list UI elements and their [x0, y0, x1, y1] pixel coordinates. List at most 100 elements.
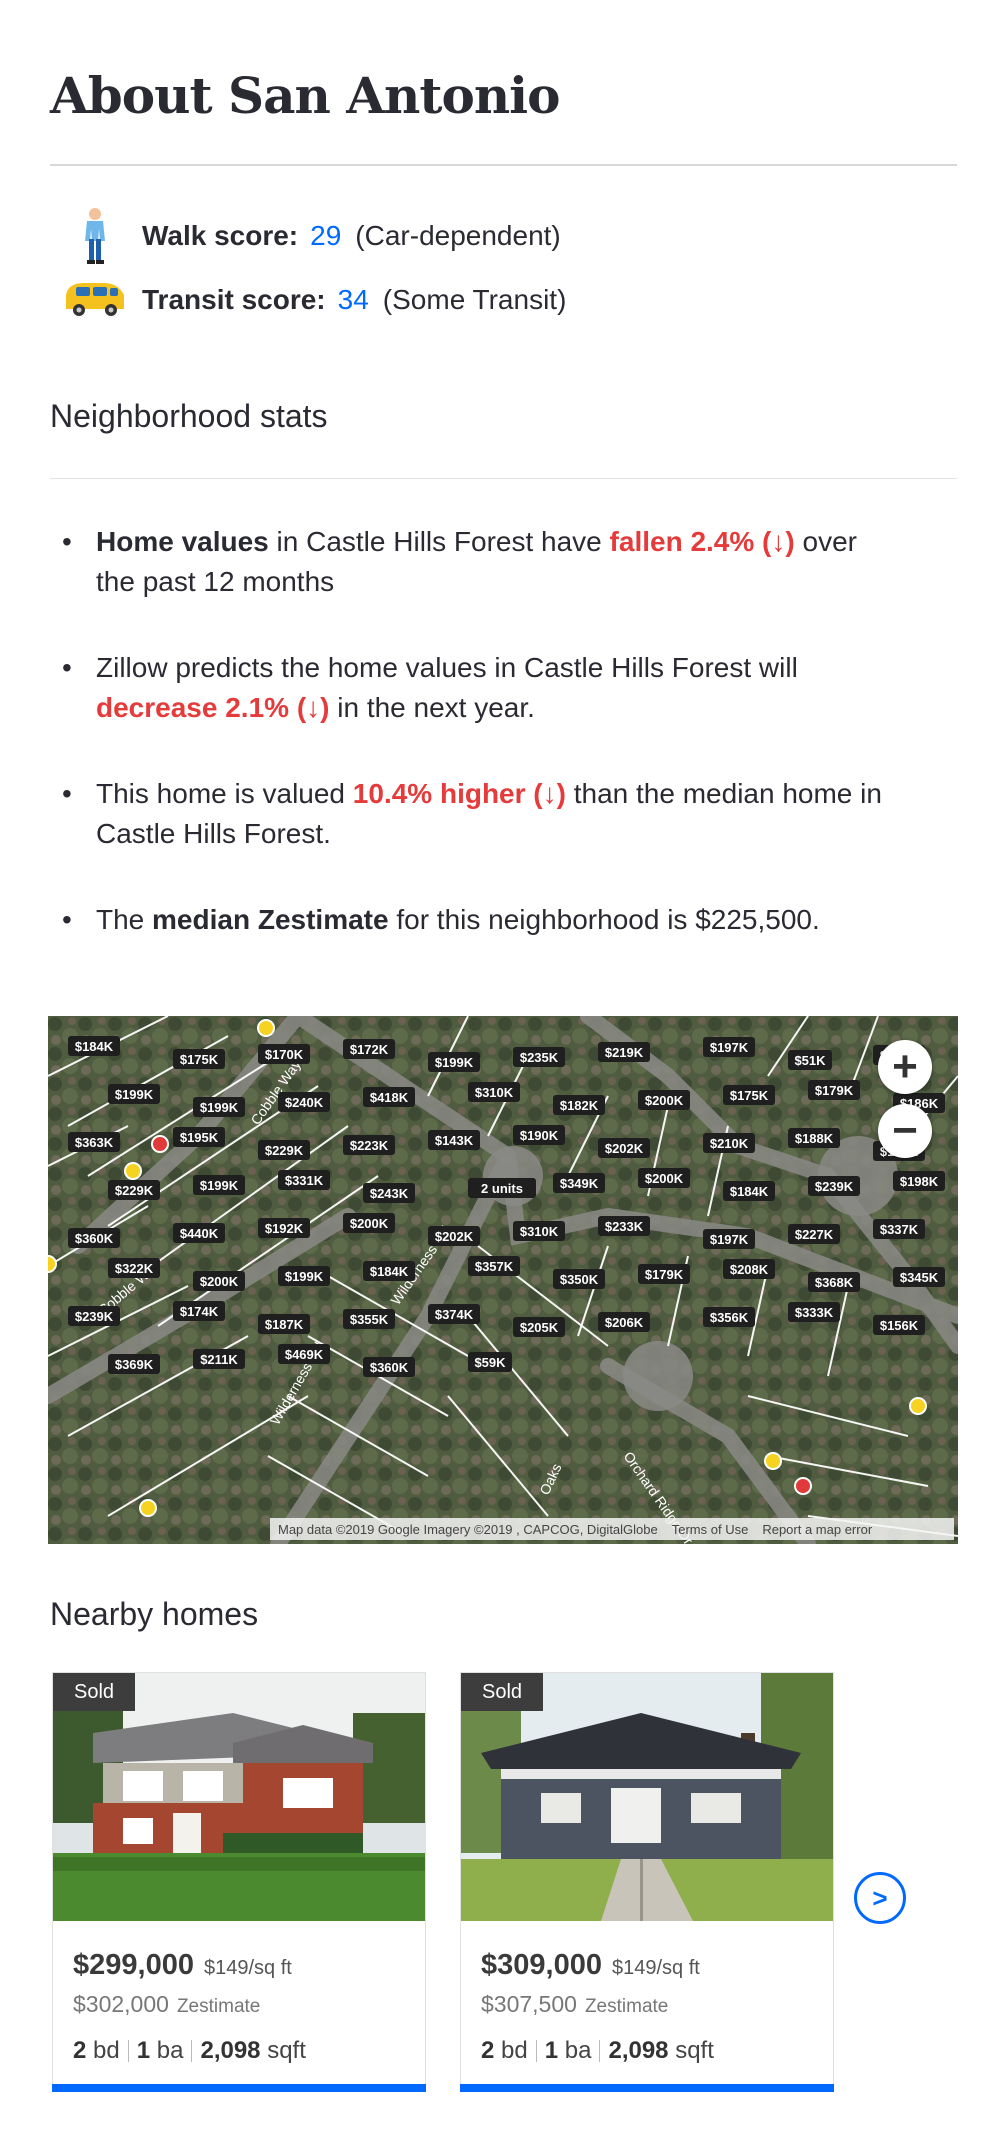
price-pin[interactable]: $363K	[68, 1132, 120, 1152]
home-photo[interactable]: Sold	[53, 1673, 425, 1921]
price-pin-label: $227K	[795, 1227, 834, 1242]
home-card[interactable]: Sold $309,000 $149/sq ft $307,500 Zestimat…	[460, 1672, 834, 2092]
price-pin[interactable]: $199K	[193, 1097, 245, 1117]
price-pin[interactable]: $440K	[173, 1223, 225, 1243]
price-pin[interactable]: $239K	[808, 1176, 860, 1196]
price-pin[interactable]: $200K	[638, 1168, 690, 1188]
listing-marker[interactable]	[257, 1019, 275, 1037]
price-pin[interactable]: $199K	[193, 1175, 245, 1195]
price-pin[interactable]: $369K	[108, 1354, 160, 1374]
price-pin[interactable]: $198K	[893, 1171, 945, 1191]
price-pin[interactable]: $418K	[363, 1087, 415, 1107]
price-pin[interactable]: $210K	[703, 1133, 755, 1153]
price-pin[interactable]: $350K	[553, 1269, 605, 1289]
price-pin[interactable]: $200K	[343, 1213, 395, 1233]
price-pin[interactable]: $190K	[513, 1125, 565, 1145]
price-pin[interactable]: $331K	[278, 1170, 330, 1190]
price-pin[interactable]: $333K	[788, 1302, 840, 1322]
price-pin[interactable]: $184K	[363, 1261, 415, 1281]
price-pin-label: $310K	[475, 1085, 514, 1100]
price-pin[interactable]: $174K	[173, 1301, 225, 1321]
price-pin[interactable]: $175K	[723, 1085, 775, 1105]
listing-marker[interactable]	[48, 1255, 57, 1273]
price-pin[interactable]: $195K	[173, 1127, 225, 1147]
price-pin[interactable]: $200K	[638, 1090, 690, 1110]
price-pin[interactable]: $172K	[343, 1039, 395, 1059]
price-pin[interactable]: $310K	[468, 1082, 520, 1102]
terms-of-use-link[interactable]: Terms of Use	[672, 1522, 749, 1537]
price-pin[interactable]: $156K	[873, 1315, 925, 1335]
price-pin[interactable]: $187K	[258, 1314, 310, 1334]
price-pin[interactable]: $205K	[513, 1317, 565, 1337]
price-pin[interactable]: $197K	[703, 1037, 755, 1057]
price-pin[interactable]: $239K	[68, 1306, 120, 1326]
price-pin[interactable]: $229K	[108, 1180, 160, 1200]
report-map-error-link[interactable]: Report a map error	[762, 1522, 872, 1537]
price-pin[interactable]: $360K	[363, 1357, 415, 1377]
price-pin[interactable]: $235K	[513, 1047, 565, 1067]
neighborhood-map[interactable]: Cobble Way Cobble Way Wilderness Hill Wilde…	[48, 1016, 958, 1544]
price-pin[interactable]: $219K	[598, 1042, 650, 1062]
price-pin[interactable]: $175K	[173, 1049, 225, 1069]
price-pin[interactable]: $199K	[428, 1052, 480, 1072]
listing-marker[interactable]	[909, 1397, 927, 1415]
neighborhood-stats-list: Home values in Castle Hills Forest have …	[50, 522, 900, 986]
price-pin[interactable]: $179K	[808, 1080, 860, 1100]
stat-bold: median Zestimate	[152, 904, 389, 935]
price-pin[interactable]: $310K	[513, 1221, 565, 1241]
price-pin[interactable]: $143K	[428, 1130, 480, 1150]
price-pin[interactable]: $188K	[788, 1128, 840, 1148]
price-pin[interactable]: $233K	[598, 1216, 650, 1236]
price-pin[interactable]: $223K	[343, 1135, 395, 1155]
listing-marker[interactable]	[794, 1477, 812, 1495]
price-pin[interactable]: $206K	[598, 1312, 650, 1332]
price-pin[interactable]: $182K	[553, 1095, 605, 1115]
price-pin[interactable]: $199K	[278, 1266, 330, 1286]
home-zestimate: $307,500 Zestimate	[481, 1991, 668, 2018]
price-pin[interactable]: $184K	[68, 1036, 120, 1056]
zoom-in-button[interactable]: +	[878, 1040, 932, 1094]
price-pin[interactable]: $469K	[278, 1344, 330, 1364]
listing-marker[interactable]	[139, 1499, 157, 1517]
sqft-unit: sqft	[267, 2037, 306, 2064]
home-card[interactable]: Sold $299,000 $149/sq ft $302,000 Zestimat…	[52, 1672, 426, 2092]
price-pin[interactable]: $356K	[703, 1307, 755, 1327]
price-pin[interactable]: $211K	[193, 1349, 245, 1369]
listing-marker[interactable]	[764, 1452, 782, 1470]
price-pin[interactable]: $345K	[893, 1267, 945, 1287]
zoom-out-button[interactable]: −	[878, 1104, 932, 1158]
price-pin[interactable]: $202K	[428, 1226, 480, 1246]
price-pin[interactable]: $59K	[468, 1352, 512, 1372]
price-pin[interactable]: $240K	[278, 1092, 330, 1112]
price-pin[interactable]: $202K	[598, 1138, 650, 1158]
listing-marker[interactable]	[151, 1135, 169, 1153]
map-canvas[interactable]: Cobble WayCobble Way Wilderness HillWilde…	[48, 1016, 958, 1544]
price-pin[interactable]: $199K	[108, 1084, 160, 1104]
price-pin[interactable]: $374K	[428, 1304, 480, 1324]
price-pin[interactable]: $229K	[258, 1140, 310, 1160]
price-pin[interactable]: $349K	[553, 1173, 605, 1193]
price-pin[interactable]: $51K	[788, 1050, 832, 1070]
home-photo[interactable]: Sold	[461, 1673, 833, 1921]
price-pin[interactable]: $200K	[193, 1271, 245, 1291]
price-pin[interactable]: $197K	[703, 1229, 755, 1249]
price-pin[interactable]: $357K	[468, 1256, 520, 1276]
price-pin[interactable]: $243K	[363, 1183, 415, 1203]
price-pin-label: $143K	[435, 1133, 474, 1148]
listing-marker[interactable]	[124, 1162, 142, 1180]
price-pin[interactable]: $355K	[343, 1309, 395, 1329]
price-pin[interactable]: $227K	[788, 1224, 840, 1244]
price-pin[interactable]: $184K	[723, 1181, 775, 1201]
price-pin[interactable]: $337K	[873, 1219, 925, 1239]
stat-text: for this neighborhood is $225,500.	[388, 904, 820, 935]
map-data-credit: Map data ©2019 Google Imagery ©2019 , CA…	[278, 1521, 658, 1537]
chevron-right-icon[interactable]: >	[854, 1872, 906, 1924]
price-pin[interactable]: $170K	[258, 1044, 310, 1064]
price-pin[interactable]: $208K	[723, 1259, 775, 1279]
price-pin[interactable]: $322K	[108, 1258, 160, 1278]
price-pin[interactable]: $368K	[808, 1272, 860, 1292]
price-pin[interactable]: $179K	[638, 1264, 690, 1284]
price-pin[interactable]: $360K	[68, 1228, 120, 1248]
price-pin[interactable]: 2 units	[468, 1178, 536, 1198]
price-pin[interactable]: $192K	[258, 1218, 310, 1238]
